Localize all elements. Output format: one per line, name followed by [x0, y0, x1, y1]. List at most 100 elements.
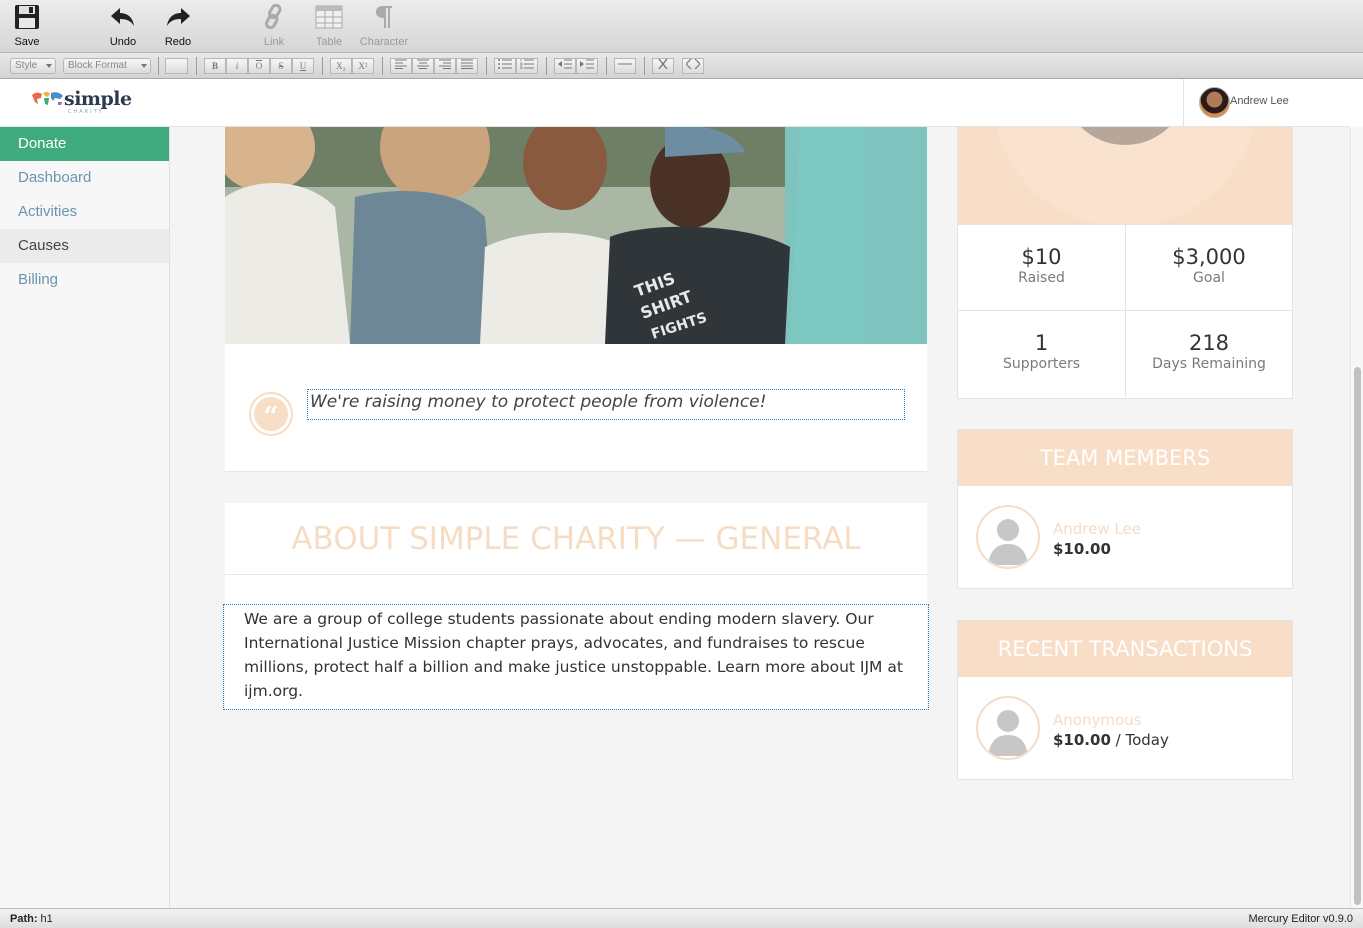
align-left-button[interactable] [390, 58, 412, 74]
remove-formatting-button[interactable] [652, 58, 674, 74]
stat-goal: $3,000 Goal [1125, 225, 1292, 311]
pilcrow-icon [354, 2, 414, 32]
color-button[interactable] [165, 58, 188, 74]
bold-button[interactable]: B [204, 58, 226, 74]
recent-transactions-title: RECENT TRANSACTIONS [958, 621, 1292, 677]
vertical-scrollbar[interactable] [1350, 127, 1363, 908]
redo-label: Redo [164, 36, 192, 48]
stat-supporters: 1 Supporters [958, 311, 1125, 397]
group-photo-image: THIS SHIRT FIGHTS [225, 127, 927, 344]
editor-version: Mercury Editor v0.9.0 [1248, 913, 1353, 925]
separator [486, 57, 487, 75]
separator [158, 57, 159, 75]
strikethrough-button[interactable]: S [270, 58, 292, 74]
avatar [1199, 87, 1230, 118]
sidebar-item-causes[interactable]: Causes [0, 229, 169, 263]
table-button[interactable]: Table [299, 2, 359, 48]
app-header: simple CHARITY Andrew Lee [0, 79, 1350, 127]
numbered-list-button[interactable] [516, 58, 538, 74]
quote-icon: “ [249, 392, 293, 436]
outdent-icon [558, 59, 572, 69]
list-item: Andrew Lee $10.00 [958, 486, 1292, 589]
sidebar-item-activities[interactable]: Activities [0, 195, 169, 229]
style-select-label: Style [15, 60, 38, 71]
close-icon [658, 58, 668, 70]
stat-raised: $10 Raised [958, 225, 1125, 311]
user-name: Andrew Lee [1230, 95, 1289, 107]
justify-icon [461, 59, 473, 69]
sidebar-item-dashboard[interactable]: Dashboard [0, 161, 169, 195]
quote-card: “ We're raising money to protect people … [225, 344, 927, 472]
transaction-amount: $10.00 / Today [1053, 731, 1169, 749]
path-label: Path: [10, 913, 38, 925]
donor-name: Anonymous [1053, 711, 1142, 729]
superscript-button[interactable]: X² [352, 58, 374, 74]
logo-text: simple [64, 88, 132, 110]
code-icon [685, 58, 701, 70]
indent-button[interactable] [576, 58, 598, 74]
chevron-down-icon [141, 64, 147, 68]
table-icon [299, 2, 359, 32]
about-title: ABOUT SIMPLE CHARITY — GENERAL [225, 503, 927, 575]
character-button[interactable]: Character [354, 2, 414, 48]
team-members-card: TEAM MEMBERS Andrew Lee $10.00 [957, 429, 1293, 589]
indent-icon [580, 59, 594, 69]
justify-button[interactable] [456, 58, 478, 74]
link-button[interactable]: Link [244, 2, 304, 48]
outdent-button[interactable] [554, 58, 576, 74]
editable-about-text[interactable]: We are a group of college students passi… [223, 604, 929, 710]
link-label: Link [263, 36, 285, 48]
horizontal-rule-button[interactable] [614, 58, 636, 74]
horizontal-rule-icon [618, 63, 632, 65]
transaction-time: / Today [1110, 731, 1169, 749]
block-format-select[interactable]: Block Format [63, 58, 151, 74]
align-right-button[interactable] [434, 58, 456, 74]
logo-subtitle: CHARITY [68, 109, 104, 115]
user-menu[interactable]: Andrew Lee [1183, 79, 1350, 127]
redo-arrow-icon [148, 2, 208, 32]
redo-button[interactable]: Redo [148, 2, 208, 48]
subscript-button[interactable]: X₂ [330, 58, 352, 74]
stat-grid: $10 Raised $3,000 Goal 1 Supporters 218 … [958, 225, 1292, 398]
sidebar-item-billing[interactable]: Billing [0, 263, 169, 297]
html-source-button[interactable] [682, 58, 704, 74]
stat-days-remaining: 218 Days Remaining [1125, 311, 1292, 397]
sidebar-item-donate[interactable]: Donate [0, 127, 169, 161]
overline-button[interactable]: O [248, 58, 270, 74]
editable-quote-text[interactable]: We're raising money to protect people fr… [307, 389, 905, 420]
separator [606, 57, 607, 75]
separator [196, 57, 197, 75]
table-label: Table [315, 36, 343, 48]
separator [644, 57, 645, 75]
member-amount: $10.00 [1053, 540, 1111, 558]
save-label: Save [14, 36, 40, 48]
logo[interactable]: simple [30, 89, 132, 109]
stat-goal-label: Goal [1193, 270, 1225, 286]
italic-button[interactable]: i [226, 58, 248, 74]
person-icon [988, 710, 1028, 756]
align-center-button[interactable] [412, 58, 434, 74]
world-map-logo-icon [32, 91, 63, 105]
stat-supporters-value: 1 [1034, 331, 1049, 355]
separator [546, 57, 547, 75]
style-select[interactable]: Style [10, 58, 56, 74]
member-name[interactable]: Andrew Lee [1053, 520, 1141, 538]
undo-button[interactable]: Undo [93, 2, 153, 48]
campaign-stats-card: $10 Raised $3,000 Goal 1 Supporters 218 … [957, 127, 1293, 399]
bullet-list-button[interactable] [494, 58, 516, 74]
save-button[interactable]: Save [0, 2, 57, 48]
bullet-list-icon [498, 59, 512, 69]
person-icon [988, 519, 1028, 565]
cause-photo: THIS SHIRT FIGHTS [225, 127, 927, 344]
underline-button[interactable]: U [292, 58, 314, 74]
align-right-icon [439, 59, 451, 69]
floppy-disk-icon [0, 2, 57, 32]
status-bar: Path: h1 Mercury Editor v0.9.0 [0, 908, 1363, 928]
block-format-label: Block Format [68, 60, 127, 71]
stat-goal-value: $3,000 [1172, 245, 1246, 269]
list-item: Anonymous $10.00 / Today [958, 677, 1292, 780]
progress-ring [958, 127, 1292, 225]
align-left-icon [395, 59, 407, 69]
sidebar: Donate Dashboard Activities Causes Billi… [0, 127, 170, 908]
scrollbar-thumb[interactable] [1354, 367, 1361, 905]
